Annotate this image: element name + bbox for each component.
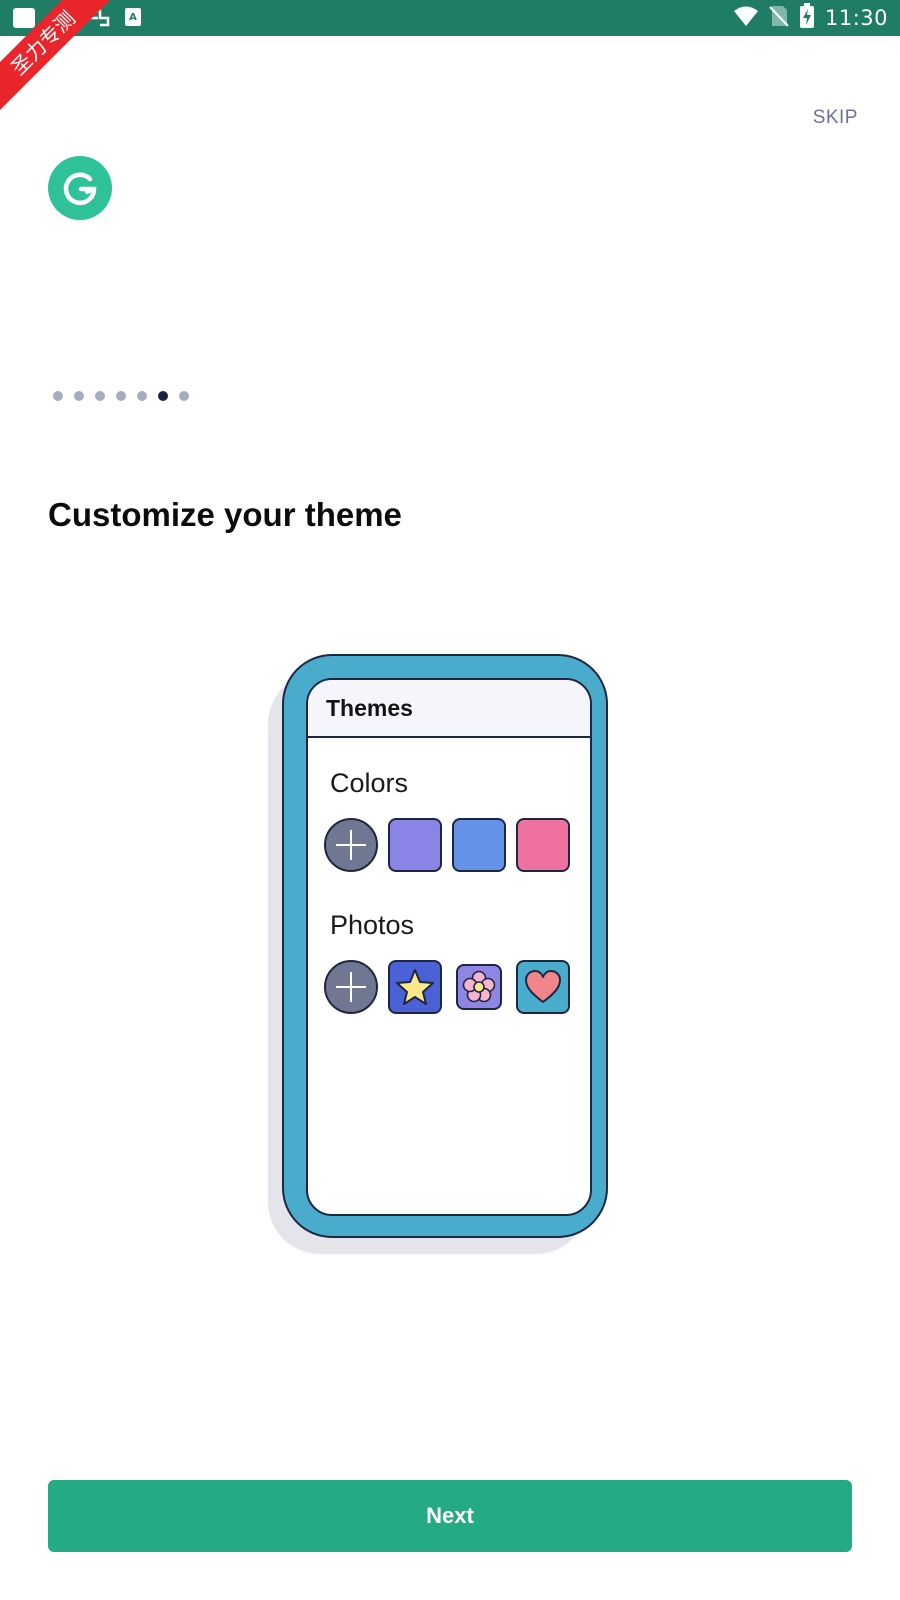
skip-button[interactable]: SKIP	[813, 107, 858, 129]
page-dot-active	[158, 391, 168, 401]
star-icon	[396, 969, 434, 1005]
color-swatch-row	[324, 818, 570, 872]
photo-swatch-heart	[516, 960, 570, 1014]
themes-header: Themes	[308, 680, 590, 738]
page-indicator	[53, 391, 189, 401]
onboarding-screen: A 11:30 圣力专测 SKIP Customize your theme T…	[0, 0, 900, 1600]
heart-icon	[525, 970, 561, 1003]
page-dot	[53, 391, 63, 401]
color-swatch-blue	[452, 818, 506, 872]
status-bar: A 11:30	[0, 0, 900, 36]
status-time: 11:30	[824, 6, 888, 30]
battery-charging-icon	[799, 2, 815, 34]
theme-illustration: Themes Colors Photos	[260, 650, 630, 1270]
photo-swatch-flower	[456, 964, 502, 1010]
photo-swatch-star	[388, 960, 442, 1014]
svg-text:A: A	[129, 12, 137, 23]
page-dot	[74, 391, 84, 401]
page-dot	[137, 391, 147, 401]
photos-label: Photos	[330, 910, 415, 940]
flower-icon	[462, 970, 496, 1003]
page-title: Customize your theme	[48, 496, 402, 533]
page-dot	[95, 391, 105, 401]
no-sim-icon	[769, 4, 789, 33]
status-right-group: 11:30	[733, 0, 888, 36]
phone-screen: Themes Colors Photos	[306, 678, 592, 1216]
keyboard-icon: A	[124, 7, 142, 32]
color-swatch-purple	[388, 818, 442, 872]
page-dot	[116, 391, 126, 401]
next-button[interactable]: Next	[48, 1480, 852, 1552]
page-dot	[179, 391, 189, 401]
grammarly-logo-icon	[48, 156, 112, 220]
color-swatch-pink	[516, 818, 570, 872]
photo-swatch-row	[324, 960, 570, 1014]
add-photo-icon	[324, 960, 378, 1014]
add-color-icon	[324, 818, 378, 872]
wifi-icon	[733, 5, 759, 32]
themes-title: Themes	[326, 694, 413, 721]
colors-label: Colors	[330, 768, 409, 798]
